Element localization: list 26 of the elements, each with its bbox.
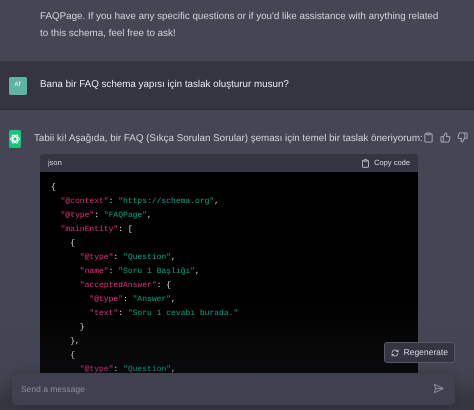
code-line: "@type": "Answer", bbox=[88, 294, 176, 306]
message-text: Bana bir FAQ schema yapısı için taslak oluşturur musun? bbox=[40, 78, 289, 92]
code-line: "text": "Soru 1 cevabı burada." bbox=[88, 308, 238, 320]
clipboard-icon bbox=[361, 158, 370, 168]
code-line: }, bbox=[69, 336, 80, 348]
refresh-icon bbox=[390, 348, 399, 356]
code-line: { bbox=[51, 182, 56, 194]
thumbs-down-icon[interactable] bbox=[456, 132, 468, 143]
code-line: "name": "Soru 1 Başlığı", bbox=[78, 266, 200, 278]
message-text: FAQPage. If you have any specific questions or if you'd like assistance with anything related to this schema, feel free to ask! bbox=[40, 10, 440, 41]
code-line: "@type": "Question", bbox=[78, 364, 176, 376]
code-line: "@type": "Question", bbox=[78, 252, 176, 264]
copy-icon[interactable] bbox=[422, 132, 434, 143]
code-line: "mainEntity": [ bbox=[60, 224, 133, 236]
knot-icon bbox=[9, 133, 21, 145]
code-line: { bbox=[69, 350, 76, 362]
code-line: "acceptedAnswer": { bbox=[78, 280, 172, 292]
thumbs-up-icon[interactable] bbox=[440, 132, 451, 143]
message-input[interactable]: Send a message bbox=[12, 373, 455, 405]
code-line: "@context": "https://schema.org", bbox=[60, 196, 220, 208]
message-text: Tabii ki! Aşağıda, bir FAQ (Sıkça Sorulan Sorular) şeması için temel bir taslak öneriyorum: bbox=[34, 132, 423, 146]
code-line: "@type": "FAQPage", bbox=[60, 210, 152, 222]
code-line: } bbox=[78, 322, 85, 334]
send-icon[interactable] bbox=[433, 383, 444, 394]
code-line: { bbox=[69, 238, 76, 250]
regenerate-button[interactable]: Regenerate bbox=[384, 342, 455, 363]
